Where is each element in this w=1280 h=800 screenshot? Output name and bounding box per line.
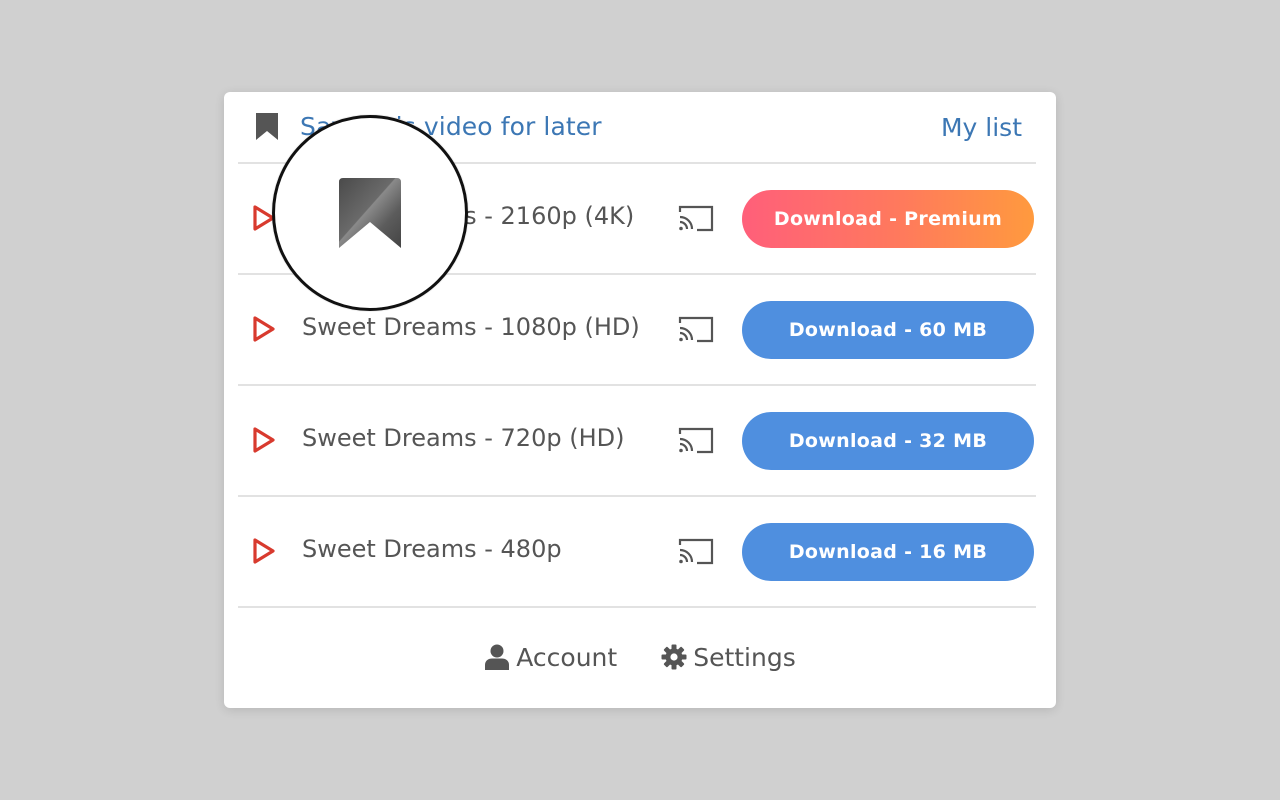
play-icon[interactable] [252, 537, 276, 565]
user-icon [484, 644, 510, 670]
account-label: Account [516, 643, 617, 672]
settings-link[interactable]: Settings [661, 643, 796, 672]
download-button[interactable]: Download - 16 MB [742, 523, 1034, 581]
video-title: Sweet Dreams - 1080p (HD) [302, 313, 640, 341]
play-icon[interactable] [252, 426, 276, 454]
gear-icon [661, 644, 687, 670]
cast-icon[interactable] [678, 315, 714, 343]
magnifier-highlight [272, 115, 468, 311]
list-item: Sweet Dreams - 720p (HD) Download - 32 M… [238, 386, 1036, 497]
download-button[interactable]: Download - 60 MB [742, 301, 1034, 359]
popup-footer: Account Settings [224, 637, 1056, 677]
play-icon[interactable] [252, 315, 276, 343]
settings-label: Settings [693, 643, 796, 672]
bookmark-icon [339, 178, 401, 248]
my-list-link[interactable]: My list [941, 113, 1022, 142]
cast-icon[interactable] [678, 204, 714, 232]
account-link[interactable]: Account [484, 643, 617, 672]
bookmark-icon [256, 113, 278, 140]
video-title: Sweet Dreams - 480p [302, 535, 562, 563]
cast-icon[interactable] [678, 426, 714, 454]
cast-icon[interactable] [678, 537, 714, 565]
video-title: Sweet Dreams - 720p (HD) [302, 424, 624, 452]
download-button[interactable]: Download - 32 MB [742, 412, 1034, 470]
list-item: Sweet Dreams - 480p Download - 16 MB [238, 497, 1036, 608]
download-premium-button[interactable]: Download - Premium [742, 190, 1034, 248]
